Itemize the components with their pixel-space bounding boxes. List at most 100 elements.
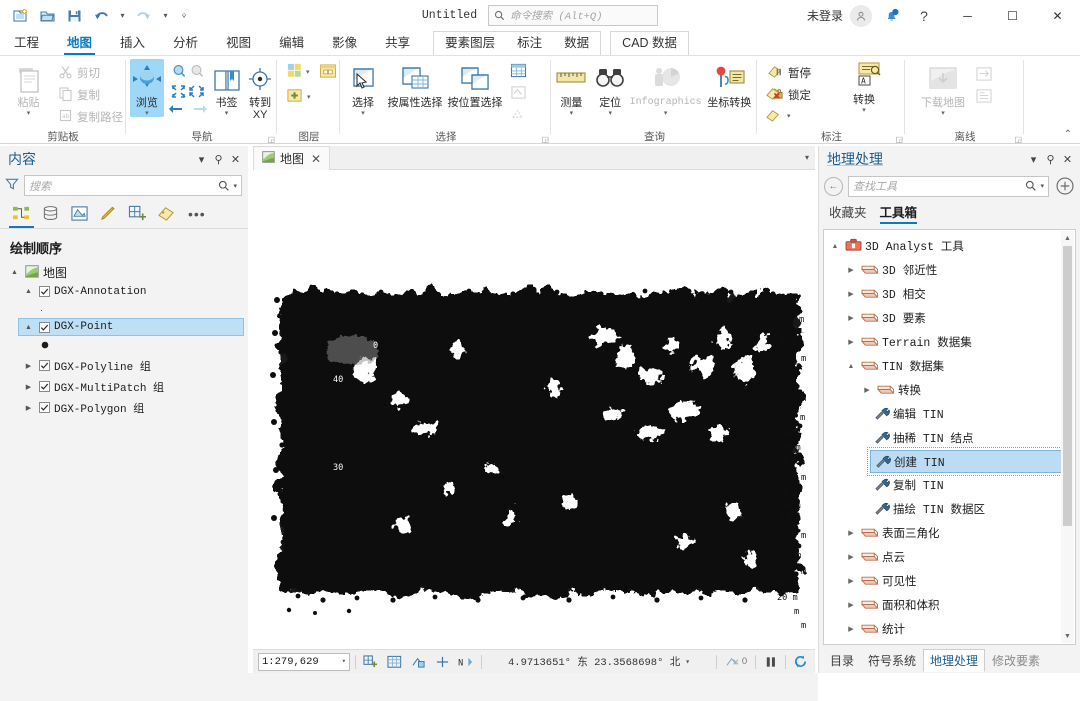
ribbon-tab-cad-data[interactable]: CAD 数据 [611, 31, 688, 55]
selection-count-icon[interactable]: 0 [722, 652, 750, 671]
fixed-zoom-in-icon[interactable] [189, 63, 206, 83]
select-dropdown-icon[interactable]: ▾ [361, 110, 365, 117]
tool-delineate-tin-data-area[interactable]: 描绘 TIN 数据区 [824, 497, 1075, 521]
pause-drawing-icon[interactable] [761, 652, 780, 671]
ribbon-tab-insert[interactable]: 插入 [106, 31, 159, 55]
go-to-xy-button[interactable]: 转到 XY [243, 59, 277, 121]
toolset-statistics[interactable]: ▶ 统计 [824, 617, 1075, 641]
convert-labels-button[interactable]: A 转换 ▾ [840, 56, 888, 114]
contents-more-options-icon[interactable]: ••• [182, 206, 206, 222]
view-list-dropdown-icon[interactable]: ▾ [805, 153, 809, 162]
sync-button[interactable] [972, 64, 996, 86]
toolset-raster[interactable]: ▶ 栅格 [824, 641, 1075, 644]
map-view-tab[interactable]: 地图 ✕ [253, 146, 331, 170]
tool-thin-tin-nodes[interactable]: 抽稀 TIN 结点 [824, 426, 1075, 450]
list-by-labeling-tab[interactable] [153, 201, 180, 227]
pane-tab-symbology[interactable]: 符号系统 [861, 649, 923, 672]
scroll-down-icon[interactable]: ▼ [1064, 629, 1071, 643]
pause-labeling-button[interactable]: 暂停 [764, 62, 814, 84]
twisty-collapsed-icon[interactable]: ▶ [860, 386, 874, 394]
sign-in-status[interactable]: 未登录 [807, 7, 843, 24]
twisty-collapsed-icon[interactable]: ▶ [844, 338, 858, 346]
twisty-expanded-icon[interactable]: ▲ [8, 269, 21, 276]
toolset-3d-proximity[interactable]: ▶ 3D 邻近性 [824, 258, 1075, 282]
search-dropdown-icon[interactable]: ▾ [233, 182, 237, 190]
toc-item-dgx-polyline-group[interactable]: ▶ DGX-Polyline 组 [0, 356, 248, 375]
ribbon-tab-data[interactable]: 数据 [553, 31, 600, 55]
collapse-ribbon-icon[interactable]: ⌃ [1064, 129, 1072, 140]
scroll-up-icon[interactable]: ▲ [1064, 231, 1071, 245]
download-map-button[interactable]: 下载地图 ▾ [914, 59, 972, 117]
ribbon-tab-feature-layer[interactable]: 要素图层 [434, 31, 506, 55]
zoom-to-selection-button[interactable] [507, 83, 530, 105]
ribbon-tab-edit[interactable]: 编辑 [265, 31, 318, 55]
undo-dropdown-icon[interactable]: ▾ [116, 5, 129, 27]
layer-visibility-checkbox[interactable] [39, 402, 50, 413]
tab-favorites[interactable]: 收藏夹 [829, 202, 867, 224]
locate-dropdown-icon[interactable]: ▾ [608, 110, 612, 117]
ribbon-tab-analysis[interactable]: 分析 [159, 31, 212, 55]
contents-search-input[interactable]: 搜索 ▾ [24, 175, 242, 196]
ribbon-tab-view[interactable]: 视图 [212, 31, 265, 55]
more-labeling-button[interactable]: ▾ [762, 105, 794, 127]
paste-dropdown-icon[interactable]: ▾ [27, 110, 31, 117]
toolset-tin-dataset[interactable]: ▲ TIN 数据集 [824, 354, 1075, 378]
maximize-button[interactable]: ☐ [990, 0, 1035, 31]
manage-replica-button[interactable] [972, 86, 996, 108]
toc-item-dgx-multipatch-group[interactable]: ▶ DGX-MultiPatch 组 [0, 377, 248, 396]
copy-button[interactable]: 复制 [55, 84, 126, 106]
scroll-thumb[interactable] [1063, 246, 1072, 526]
add-preset-icon[interactable] [319, 63, 337, 82]
add-data-icon[interactable] [286, 87, 304, 107]
close-button[interactable]: ✕ [1035, 0, 1080, 31]
layer-visibility-checkbox[interactable] [39, 286, 50, 297]
list-by-editing-tab[interactable] [95, 201, 122, 227]
offline-group-expander[interactable]: ◲ [1014, 135, 1022, 144]
copy-path-button[interactable]: ab 复制路径 [55, 106, 126, 128]
toc-item-dgx-polygon-group[interactable]: ▶ DGX-Polygon 组 [0, 398, 248, 417]
add-toolbox-icon[interactable] [1054, 176, 1075, 197]
create-map-icon[interactable] [361, 652, 380, 671]
toolset-3d-features[interactable]: ▶ 3D 要素 [824, 306, 1075, 330]
measure-button[interactable]: 测量 ▾ [552, 59, 591, 117]
labeling-group-expander[interactable]: ◲ [895, 135, 903, 144]
twisty-collapsed-icon[interactable]: ▶ [844, 601, 858, 609]
help-button[interactable]: ? [911, 4, 937, 28]
list-by-data-source-tab[interactable] [37, 201, 64, 227]
toolset-3d-intersect[interactable]: ▶ 3D 相交 [824, 282, 1075, 306]
explore-button[interactable]: 浏览 ▾ [130, 59, 164, 117]
tool-edit-tin[interactable]: 编辑 TIN [824, 402, 1075, 426]
redo-icon[interactable] [132, 5, 156, 27]
search-dropdown-icon[interactable]: ▾ [1040, 182, 1044, 190]
layer-visibility-checkbox[interactable] [39, 321, 50, 333]
pane-tab-modify-features[interactable]: 修改要素 [985, 649, 1047, 672]
navigation-icon[interactable]: N [457, 652, 476, 671]
navigate-group-expander[interactable]: ◲ [267, 135, 275, 144]
tab-toolboxes[interactable]: 工具箱 [879, 202, 917, 224]
twisty-collapsed-icon[interactable]: ▶ [844, 625, 858, 633]
tool-create-tin[interactable]: 创建 TIN [867, 447, 1072, 476]
infographics-dropdown-icon[interactable]: ▾ [664, 110, 668, 117]
convert-labels-dropdown-icon[interactable]: ▾ [862, 107, 866, 114]
map-canvas[interactable]: m m 0 m m 0 m m m 50 m 70 m 0 m m 0 m 50… [253, 170, 815, 649]
twisty-collapsed-icon[interactable]: ▶ [844, 266, 858, 274]
basemap-icon[interactable] [286, 62, 303, 82]
basemap-dropdown-icon[interactable]: ▾ [306, 68, 310, 76]
cut-button[interactable]: 剪切 [55, 62, 126, 84]
toolset-terrain-dataset[interactable]: ▶ Terrain 数据集 [824, 330, 1075, 354]
twisty-collapsed-icon[interactable]: ▶ [844, 577, 858, 585]
locate-button[interactable]: 定位 ▾ [591, 59, 630, 117]
selected-features-icon[interactable] [409, 652, 428, 671]
explore-dropdown-icon[interactable]: ▾ [145, 110, 149, 117]
notifications-bell-icon[interactable] [879, 4, 903, 28]
pane-tab-geoprocessing[interactable]: 地理处理 [923, 648, 986, 672]
refresh-icon[interactable] [791, 652, 810, 671]
twisty-collapsed-icon[interactable]: ▶ [22, 383, 35, 391]
clear-selection-button[interactable] [507, 105, 530, 127]
command-search-input[interactable]: 命令搜索 (Alt+Q) [488, 5, 659, 26]
list-by-drawing-order-tab[interactable] [8, 201, 35, 228]
toolbox-tree[interactable]: ▲ 3D Analyst 工具 ▶ 3D 邻近性 ▶ 3D 相交 ▶ 3D 要素… [823, 229, 1076, 645]
ribbon-tab-project[interactable]: 工程 [0, 31, 53, 55]
paste-button[interactable]: 粘贴 ▾ [4, 59, 53, 117]
twisty-collapsed-icon[interactable]: ▶ [844, 553, 858, 561]
